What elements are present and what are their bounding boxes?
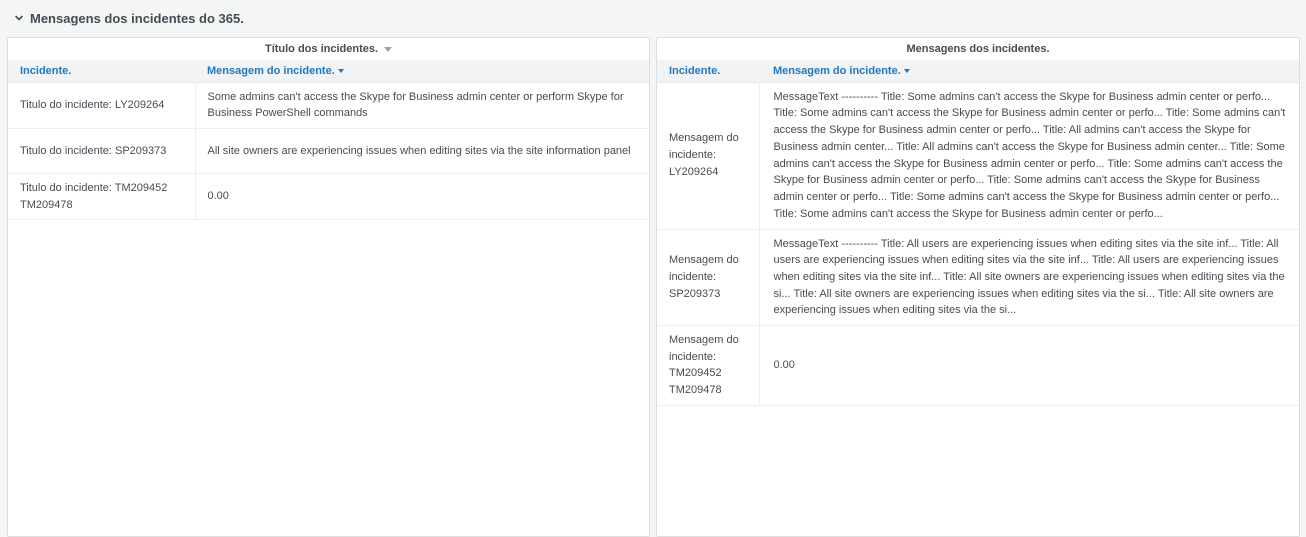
cell-message: All site owners are experiencing issues … <box>195 128 649 174</box>
table-row: Titulo do incidente: TM209452 TM209478 0… <box>8 173 649 221</box>
column-header-incident[interactable]: Incidente. <box>8 60 195 83</box>
panel-incident-titles: Título dos incidentes. Incidente. Mensag… <box>7 37 650 537</box>
sort-desc-icon <box>337 68 344 73</box>
cell-incident: Mensagem do incidente: SP209373 <box>657 229 760 327</box>
row-title[interactable]: Mensagens dos incidentes do 365. <box>30 11 244 26</box>
cell-message: 0.00 <box>195 173 649 221</box>
table-row: Titulo do incidente: SP209373 All site o… <box>8 128 649 174</box>
panel-header[interactable]: Mensagens dos incidentes. <box>657 38 1299 60</box>
cell-incident: Titulo do incidente: TM209452 TM209478 <box>8 173 196 221</box>
panel-title[interactable]: Mensagens dos incidentes. <box>906 43 1049 55</box>
data-table: Incidente. Mensagem do incidente. Titulo… <box>8 60 649 221</box>
row-header[interactable]: Mensagens dos incidentes do 365. <box>0 0 1306 36</box>
cell-incident: Mensagem do incidente: LY209264 <box>657 82 760 230</box>
panel-title[interactable]: Título dos incidentes. <box>265 43 378 55</box>
cell-incident: Mensagem do incidente: TM209452 TM209478 <box>657 325 760 406</box>
caret-down-icon[interactable] <box>384 46 393 52</box>
panel-incident-messages: Mensagens dos incidentes. Incidente. Men… <box>656 37 1300 537</box>
column-header-message[interactable]: Mensagem do incidente. <box>759 60 1299 83</box>
panel-header[interactable]: Título dos incidentes. <box>8 38 649 60</box>
cell-message: MessageText ---------- Title: All users … <box>759 229 1299 327</box>
chevron-down-icon[interactable] <box>12 11 26 25</box>
cell-message: Some admins can't access the Skype for B… <box>195 82 649 129</box>
table-row: Mensagem do incidente: SP209373 MessageT… <box>657 229 1299 327</box>
sort-desc-icon <box>903 68 910 73</box>
table-row: Titulo do incidente: LY209264 Some admin… <box>8 82 649 129</box>
table-row: Mensagem do incidente: LY209264 MessageT… <box>657 82 1299 230</box>
table-row: Mensagem do incidente: TM209452 TM209478… <box>657 325 1299 406</box>
cell-message: MessageText ---------- Title: Some admin… <box>759 82 1299 230</box>
column-header-message[interactable]: Mensagem do incidente. <box>195 60 649 83</box>
cell-message: 0.00 <box>759 325 1299 406</box>
cell-incident: Titulo do incidente: LY209264 <box>8 82 196 129</box>
column-header-incident[interactable]: Incidente. <box>657 60 759 83</box>
data-table: Incidente. Mensagem do incidente. Mensag… <box>657 60 1299 406</box>
cell-incident: Titulo do incidente: SP209373 <box>8 128 196 174</box>
